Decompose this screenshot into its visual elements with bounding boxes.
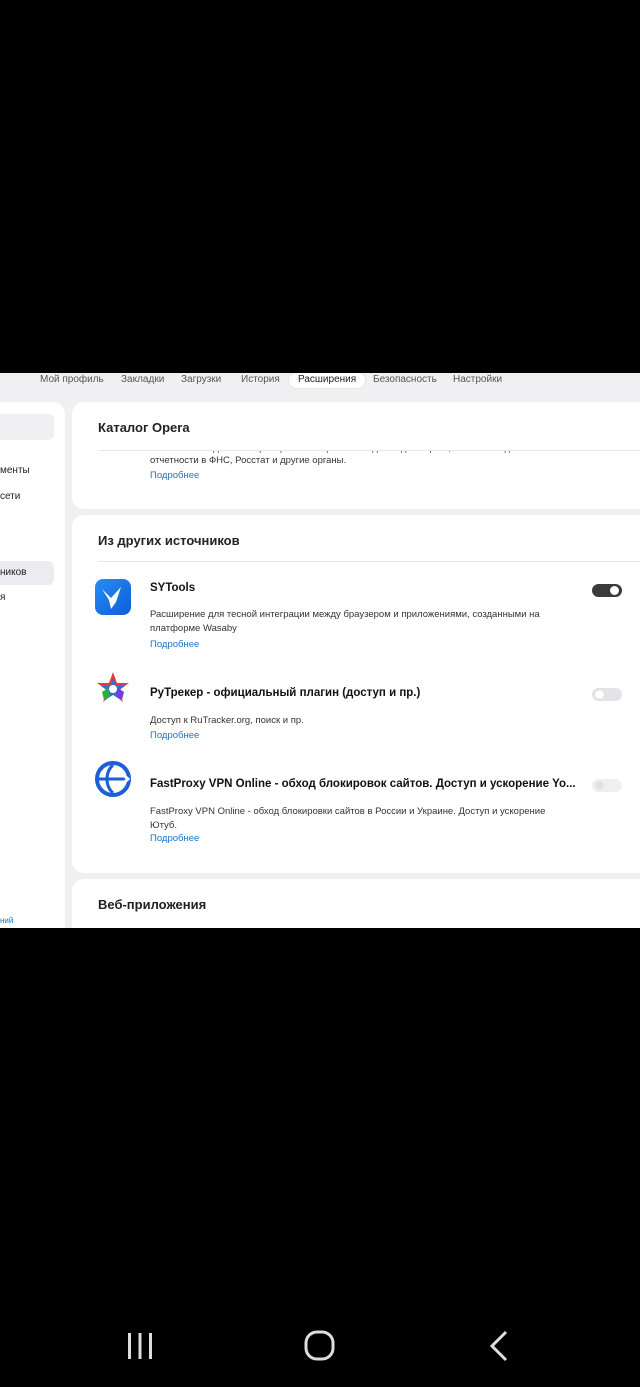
rutracker-description: Доступ к RuTracker.org, поиск и пр.: [150, 715, 304, 726]
recent-apps-icon[interactable]: [120, 1326, 160, 1366]
sidebar-item-other-sources[interactable]: ников: [0, 561, 54, 585]
browser-screen: Мой профиль Закладки Загрузки История Ра…: [0, 373, 640, 928]
catalog-card: Каталог Opera Позволяет создавать и пров…: [72, 402, 640, 509]
sidebar-link[interactable]: ний: [0, 916, 13, 925]
fastproxy-name: FastProxy VPN Online - обход блокировок …: [150, 778, 576, 790]
sidebar-item-documents[interactable]: менты: [0, 465, 30, 476]
tab-settings[interactable]: Настройки: [453, 373, 502, 391]
sidebar: менты сети ников я ний: [0, 402, 65, 928]
system-navigation-bar: [0, 1300, 640, 1387]
catalog-description: отчетности в ФНС, Росстат и другие орган…: [150, 455, 347, 466]
sytools-more-link[interactable]: Подробнее: [150, 639, 199, 650]
top-navigation: Мой профиль Закладки Загрузки История Ра…: [0, 373, 640, 392]
back-icon[interactable]: [480, 1326, 520, 1366]
webapps-card: Веб-приложения: [72, 879, 640, 928]
sytools-name: SYTools: [150, 582, 196, 594]
other-sources-title: Из других источников: [98, 533, 240, 548]
catalog-more-link[interactable]: Подробнее: [150, 470, 199, 481]
tab-security[interactable]: Безопасность: [373, 373, 437, 391]
home-icon[interactable]: [300, 1326, 340, 1366]
other-sources-card: Из других источников SYTools Расширение …: [72, 515, 640, 873]
rutracker-more-link[interactable]: Подробнее: [150, 730, 199, 741]
fastproxy-icon: [94, 760, 132, 798]
sidebar-item-webapps[interactable]: я: [0, 592, 5, 603]
webapps-title: Веб-приложения: [98, 897, 207, 912]
tab-extensions[interactable]: Расширения: [289, 373, 366, 388]
sytools-toggle[interactable]: [592, 584, 622, 597]
rutracker-name: РуТрекер - официальный плагин (доступ и …: [150, 687, 421, 699]
fastproxy-description: FastProxy VPN Online - обход блокировки …: [150, 806, 546, 831]
divider: [98, 450, 640, 451]
sytools-icon: [94, 578, 132, 616]
sytools-description: Расширение для тесной интеграции между б…: [150, 609, 540, 634]
rutracker-icon: [94, 670, 132, 708]
fastproxy-toggle[interactable]: [592, 779, 622, 792]
fastproxy-more-link[interactable]: Подробнее: [150, 833, 199, 844]
tab-bookmarks[interactable]: Закладки: [121, 373, 164, 391]
sidebar-search-input[interactable]: [0, 414, 54, 440]
tab-profile[interactable]: Мой профиль: [40, 373, 104, 391]
rutracker-toggle[interactable]: [592, 688, 622, 701]
tab-downloads[interactable]: Загрузки: [181, 373, 221, 391]
tab-history[interactable]: История: [241, 373, 280, 391]
sidebar-item-networks[interactable]: сети: [0, 491, 20, 502]
divider: [98, 561, 640, 562]
catalog-title: Каталог Opera: [98, 420, 190, 435]
